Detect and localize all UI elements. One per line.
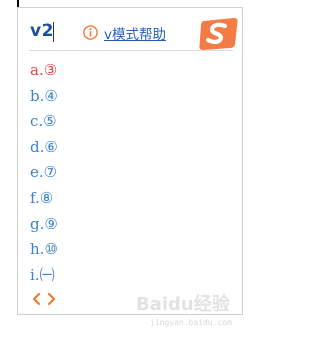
watermark-text: Baidu经验: [136, 293, 231, 315]
candidate-text: ⑨: [44, 214, 58, 233]
candidate-item[interactable]: d.⑥: [30, 135, 210, 161]
header-divider: [29, 50, 233, 51]
candidate-text: ㈠: [39, 265, 55, 284]
ime-header: v2 v模式帮助: [18, 8, 242, 51]
candidate-item[interactable]: b.④: [30, 84, 210, 110]
candidate-text: ⑥: [44, 137, 58, 156]
candidate-item[interactable]: f.⑧: [30, 186, 210, 212]
candidate-text: ⑦: [43, 163, 58, 182]
candidate-item[interactable]: e.⑦: [30, 160, 210, 186]
v-mode-help-link[interactable]: v模式帮助: [104, 23, 166, 43]
candidate-text: ⑩: [44, 240, 58, 259]
candidate-text: ③: [43, 61, 58, 79]
candidate-text: ⑧: [39, 188, 54, 207]
candidate-text: ④: [44, 86, 58, 105]
candidate-item[interactable]: a.③: [30, 58, 210, 84]
watermark-subtext: jingyan.baidu.com: [150, 318, 232, 327]
candidate-index: i.: [30, 265, 40, 284]
candidate-item[interactable]: g.⑨: [30, 212, 210, 238]
candidate-index: e.: [30, 163, 44, 182]
candidate-index: a.: [30, 61, 44, 79]
candidate-index: g.: [30, 214, 45, 233]
candidate-text: ⑤: [43, 112, 57, 131]
prev-page-icon[interactable]: [32, 292, 42, 306]
page-navigation: [32, 292, 72, 306]
candidate-list: a.③ b.④ c.⑤ d.⑥ e.⑦ f.⑧ g.⑨ h.⑩ i.㈠: [30, 58, 210, 288]
candidate-item[interactable]: c.⑤: [30, 109, 210, 135]
next-page-icon[interactable]: [46, 292, 56, 306]
candidate-index: b.: [30, 86, 45, 105]
candidate-index: h.: [30, 240, 45, 259]
sogou-logo-icon[interactable]: [199, 17, 239, 51]
ime-candidate-window: v2 v模式帮助 a.③ b.④ c.⑤ d.⑥ e.⑦ f.⑧ g.⑨ h.⑩…: [17, 7, 243, 315]
composition-code: v2: [30, 21, 54, 41]
candidate-item[interactable]: h.⑩: [30, 237, 210, 263]
info-icon: [83, 25, 98, 40]
candidate-index: c.: [30, 112, 44, 131]
candidate-index: d.: [30, 137, 45, 156]
composition-caret: [53, 22, 54, 42]
candidate-index: f.: [30, 188, 40, 207]
candidate-item[interactable]: i.㈠: [30, 263, 210, 289]
